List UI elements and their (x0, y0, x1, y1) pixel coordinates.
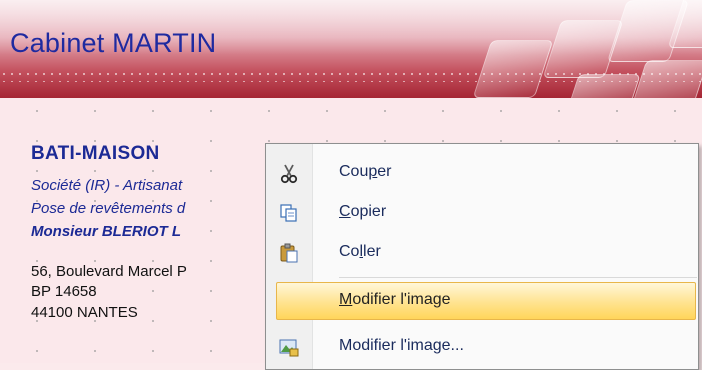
company-name: BATI-MAISON (31, 143, 160, 164)
banner-title: Cabinet MARTIN (10, 28, 217, 58)
company-status: Société (IR) - Artisanat (31, 177, 183, 194)
menu-item-paste[interactable]: Coller (266, 233, 698, 273)
company-activity: Pose de revêtements d (31, 200, 186, 217)
scissors-icon (279, 163, 299, 184)
edit-image-icon (279, 337, 299, 357)
menu-separator (339, 277, 697, 278)
menu-item-label: Couper (339, 163, 392, 180)
header-banner: Cabinet MARTIN (0, 0, 702, 98)
menu-item-copy[interactable]: Copier (266, 193, 698, 233)
menu-item-label: Coller (339, 243, 381, 260)
address-city: 44100 NANTES (31, 304, 138, 321)
address-street: 56, Boulevard Marcel P (31, 263, 187, 280)
company-contact: Monsieur BLERIOT L (31, 223, 181, 240)
paste-icon (279, 243, 299, 263)
menu-item-label: Copier (339, 203, 387, 220)
menu-item-label: Modifier l'image (339, 291, 451, 308)
menu-item-edit-image[interactable]: Modifier l'image (276, 282, 696, 320)
address-po-box: BP 14658 (31, 283, 97, 300)
menu-item-label: Modifier l'image... (339, 337, 464, 354)
copy-icon (279, 203, 299, 223)
menu-item-cut[interactable]: Couper (266, 153, 698, 193)
calculator-keys-decoration (452, 0, 702, 98)
context-menu: Couper Copier Coller Modifier l'image Mo… (265, 143, 699, 370)
menu-item-edit-image-dialog[interactable]: Modifier l'image... (266, 327, 698, 367)
